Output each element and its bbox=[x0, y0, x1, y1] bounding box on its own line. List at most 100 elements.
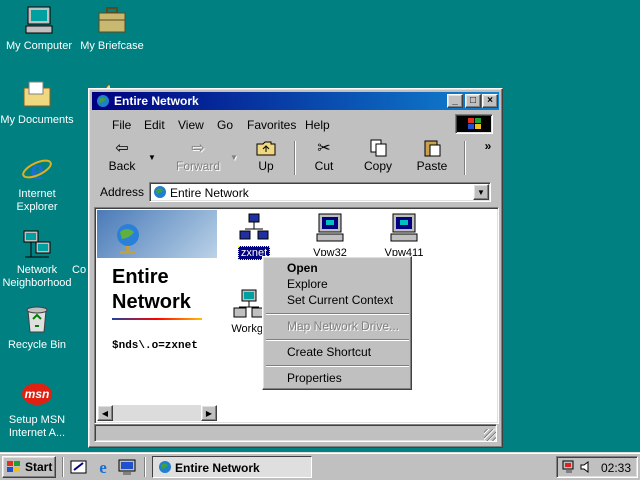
window-title: Entire Network bbox=[114, 94, 199, 108]
desktop-icon-briefcase[interactable]: My Briefcase bbox=[73, 4, 151, 53]
globe-icon bbox=[95, 93, 111, 112]
context-create-shortcut[interactable]: Create Shortcut bbox=[266, 344, 409, 362]
toolbar-separator bbox=[464, 141, 466, 175]
start-label: Start bbox=[25, 460, 53, 474]
paste-button[interactable]: Paste bbox=[408, 139, 456, 177]
network-neighborhood-icon bbox=[21, 228, 53, 260]
copy-icon bbox=[354, 139, 402, 159]
system-tray: 02:33 bbox=[556, 456, 638, 478]
globe-icon bbox=[153, 185, 167, 202]
menu-go[interactable]: Go bbox=[217, 118, 233, 132]
maximize-button[interactable]: □ bbox=[465, 94, 481, 108]
menu-file[interactable]: File bbox=[112, 118, 131, 132]
up-button[interactable]: Up bbox=[242, 139, 290, 177]
title-bar[interactable]: Entire Network _ □ × bbox=[92, 92, 499, 110]
cut-label: Cut bbox=[314, 159, 334, 173]
desktop-icon-label: My Documents bbox=[0, 114, 74, 126]
scissors-icon: ✂ bbox=[317, 140, 331, 157]
network-tray-icon[interactable] bbox=[562, 460, 576, 477]
desktop-icon-recycle-bin[interactable]: Recycle Bin bbox=[0, 303, 76, 352]
computer-icon bbox=[388, 212, 420, 244]
start-button[interactable]: Start bbox=[2, 456, 56, 478]
recycle-bin-icon bbox=[21, 303, 53, 335]
desktop-icon-my-computer[interactable]: My Computer bbox=[0, 4, 78, 53]
folder-icon bbox=[21, 78, 53, 110]
taskbar-separator bbox=[62, 457, 64, 477]
panel-path: $nds\.o=zxnet bbox=[112, 340, 198, 352]
desktop-icon-my-documents[interactable]: My Documents bbox=[0, 78, 76, 127]
forward-arrow-icon: ⇨ bbox=[191, 140, 205, 157]
address-bar: Address Entire Network ▼ bbox=[94, 181, 497, 203]
workgroup-icon bbox=[233, 288, 265, 320]
panel-title: Entire Network bbox=[112, 266, 191, 313]
context-separator bbox=[266, 313, 409, 315]
forward-button[interactable]: ⇨ Forward bbox=[168, 139, 228, 177]
desktop-icon-label: My Computer bbox=[5, 40, 73, 52]
desktop-icon-network-neighborhood[interactable]: Network Neighborhood bbox=[0, 228, 76, 290]
menu-edit[interactable]: Edit bbox=[144, 118, 165, 132]
menu-view[interactable]: View bbox=[178, 118, 204, 132]
desktop-icon-internet-explorer[interactable]: e Internet Explorer bbox=[0, 152, 76, 214]
svg-text:e: e bbox=[30, 153, 43, 184]
msn-icon: msn bbox=[21, 378, 53, 410]
network-item-vpw32[interactable]: Vpw32 bbox=[295, 212, 365, 259]
address-value: Entire Network bbox=[170, 186, 249, 200]
desktop-icon-msn[interactable]: msn Setup MSN Internet A... bbox=[0, 378, 76, 440]
view-channels-icon[interactable] bbox=[118, 458, 136, 476]
menu-help[interactable]: Help bbox=[305, 118, 330, 132]
context-properties[interactable]: Properties bbox=[266, 370, 409, 388]
context-separator bbox=[266, 339, 409, 341]
context-set-current-context[interactable]: Set Current Context bbox=[266, 292, 409, 310]
back-dropdown[interactable]: ▼ bbox=[146, 139, 158, 177]
desktop-icon-label: Setup MSN Internet A... bbox=[8, 414, 66, 439]
volume-icon[interactable] bbox=[579, 460, 593, 477]
taskbar-item-entire-network[interactable]: Entire Network bbox=[152, 456, 312, 478]
toolbar-separator bbox=[294, 141, 296, 175]
clock: 02:33 bbox=[600, 461, 631, 475]
horizontal-scrollbar[interactable]: ◀ ▶ bbox=[97, 405, 217, 421]
up-folder-icon bbox=[242, 139, 290, 159]
network-item-vpw411[interactable]: Vpw411 bbox=[369, 212, 439, 259]
toolbar: ⇦ Back ▼ ⇨ Forward ▼ Up ✂ Cut Copy Paste… bbox=[94, 137, 497, 179]
address-input[interactable]: Entire Network ▼ bbox=[149, 182, 491, 202]
copy-label: Copy bbox=[363, 159, 392, 173]
minimize-button[interactable]: _ bbox=[447, 94, 463, 108]
context-map-network-drive[interactable]: Map Network Drive... bbox=[266, 318, 409, 336]
windows-logo-icon bbox=[455, 114, 493, 134]
context-menu[interactable]: Open Explore Set Current Context Map Net… bbox=[262, 256, 412, 390]
paste-icon bbox=[408, 139, 456, 159]
toolbar-more-chevron-icon[interactable]: » bbox=[478, 139, 498, 177]
windows-logo-icon bbox=[7, 461, 21, 473]
back-label: Back bbox=[108, 159, 136, 173]
forward-label: Forward bbox=[175, 159, 220, 173]
taskbar-separator bbox=[144, 457, 146, 477]
desktop-icon-label: Internet Explorer bbox=[16, 188, 58, 213]
menu-bar: File Edit View Go Favorites Help bbox=[94, 113, 497, 135]
globe-icon bbox=[113, 222, 143, 259]
back-button[interactable]: ⇦ Back bbox=[98, 139, 146, 177]
network-item-zxnet[interactable]: zxnet bbox=[219, 212, 289, 260]
taskbar-item-label: Entire Network bbox=[175, 461, 260, 475]
panel-divider bbox=[112, 318, 202, 320]
globe-icon bbox=[157, 459, 173, 478]
close-button[interactable]: × bbox=[482, 94, 498, 108]
internet-explorer-icon[interactable]: e bbox=[94, 458, 112, 477]
svg-text:e: e bbox=[99, 458, 107, 476]
scroll-left-button[interactable]: ◀ bbox=[97, 405, 113, 421]
copy-button[interactable]: Copy bbox=[354, 139, 402, 177]
cut-button[interactable]: ✂ Cut bbox=[300, 139, 348, 177]
address-label: Address bbox=[100, 185, 145, 199]
scroll-right-button[interactable]: ▶ bbox=[201, 405, 217, 421]
network-tree-icon bbox=[238, 212, 270, 244]
paste-label: Paste bbox=[416, 159, 448, 173]
back-arrow-icon: ⇦ bbox=[115, 140, 129, 157]
status-bar bbox=[94, 424, 497, 442]
address-dropdown-button[interactable]: ▼ bbox=[473, 184, 489, 200]
forward-dropdown[interactable]: ▼ bbox=[228, 139, 240, 177]
show-desktop-icon[interactable] bbox=[70, 458, 88, 476]
desktop-icon-label: Recycle Bin bbox=[7, 339, 67, 351]
resize-grip-icon[interactable] bbox=[484, 429, 496, 441]
svg-text:msn: msn bbox=[25, 387, 50, 401]
menu-favorites[interactable]: Favorites bbox=[247, 118, 296, 132]
internet-explorer-icon: e bbox=[21, 152, 53, 186]
